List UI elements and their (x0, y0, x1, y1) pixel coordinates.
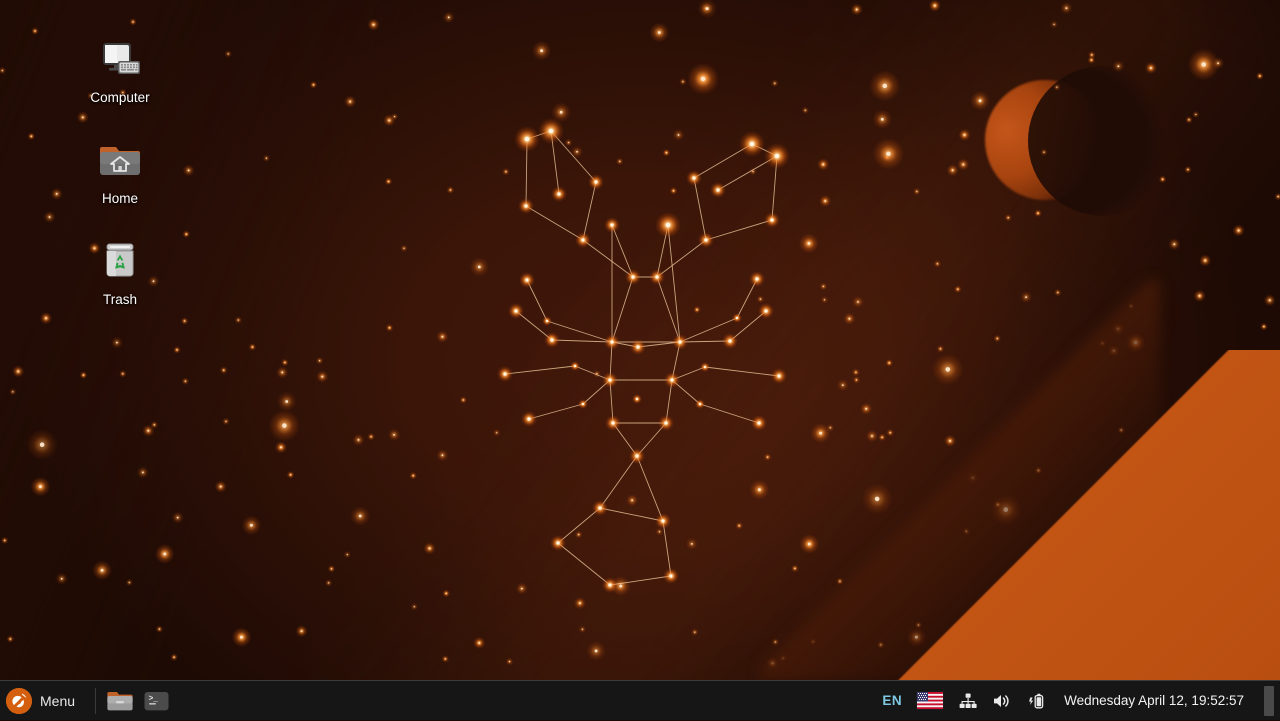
desktop-icon-computer[interactable]: Computer (72, 34, 168, 105)
launcher-file-manager[interactable] (106, 687, 136, 715)
taskbar: Menu >_ EN (0, 680, 1280, 720)
launcher-list: >_ (104, 687, 172, 715)
volume-icon (992, 692, 1012, 710)
desktop[interactable]: Computer Home (0, 0, 1280, 680)
desktop-icon-trash[interactable]: Trash (72, 236, 168, 307)
language-indicator[interactable]: EN (880, 681, 904, 721)
computer-icon (96, 34, 144, 82)
menu-button[interactable]: Menu (0, 681, 87, 721)
clock-label: Wednesday April 12, 19:52:57 (1060, 693, 1248, 708)
desktop-icon-label: Trash (103, 292, 137, 307)
volume-control[interactable] (990, 681, 1014, 721)
desktop-icon-label: Home (102, 191, 138, 206)
desktop-icon-home[interactable]: Home (72, 135, 168, 206)
menu-button-label: Menu (40, 693, 75, 709)
linux-mint-logo-icon (6, 688, 32, 714)
us-flag-icon (916, 691, 944, 710)
desktop-icon-list: Computer Home (72, 34, 168, 337)
battery-charging-icon (1026, 691, 1046, 711)
system-tray: EN (880, 681, 1280, 721)
trash-icon (96, 236, 144, 284)
home-folder-icon (96, 135, 144, 183)
keyboard-layout-flag[interactable] (914, 681, 946, 721)
language-label: EN (882, 693, 902, 708)
battery-status[interactable] (1024, 681, 1048, 721)
taskbar-separator (95, 688, 96, 714)
network-status[interactable] (956, 681, 980, 721)
desktop-icon-label: Computer (90, 90, 149, 105)
clock-widget[interactable]: Wednesday April 12, 19:52:57 (1058, 681, 1250, 721)
network-icon (958, 692, 978, 710)
wallpaper-corner-wedge (850, 350, 1280, 680)
svg-text:>_: >_ (149, 694, 159, 703)
launcher-terminal[interactable]: >_ (142, 687, 172, 715)
show-desktop-button[interactable] (1264, 686, 1274, 716)
